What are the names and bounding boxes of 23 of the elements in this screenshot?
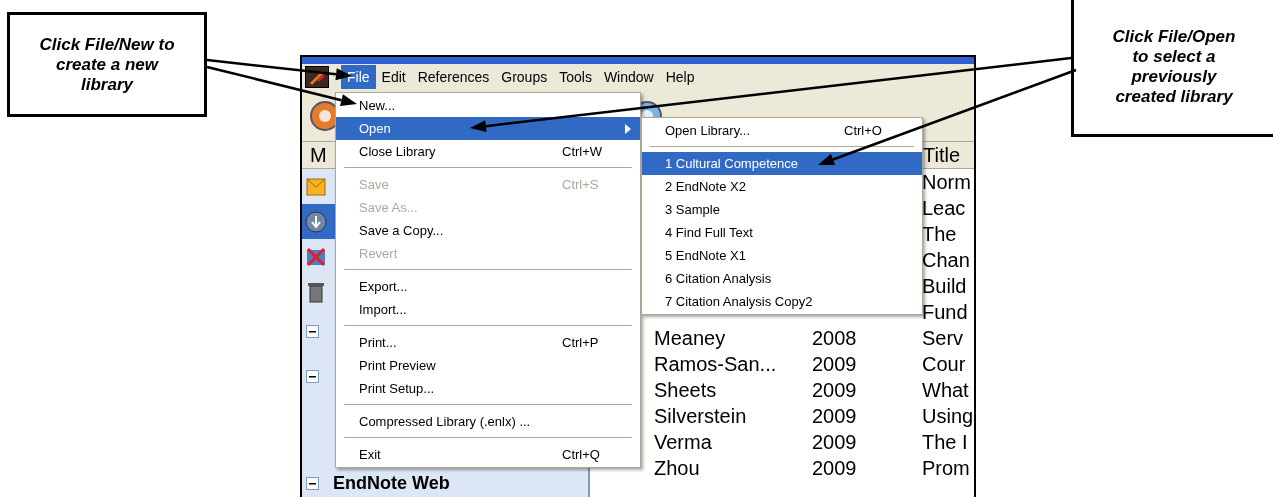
title-cell-text: Serv	[922, 326, 964, 351]
callout-text: Click File/New to create a new library	[38, 34, 176, 95]
year-cell-text: 2009	[812, 456, 858, 481]
title-cell-text: Prom	[922, 456, 970, 481]
title-cell-text: Chan	[922, 248, 970, 273]
year-cell-text: 2008	[812, 326, 858, 351]
title-cell-text: The	[922, 222, 957, 247]
year-cell-text: 2009	[812, 404, 858, 429]
year-cell-text: 2009	[812, 430, 858, 455]
title-cell-text: The I	[922, 430, 968, 455]
title-cell-text: Cour	[922, 352, 966, 377]
author-cell-text: Silverstein	[653, 404, 748, 429]
title-cell-text: Norm	[922, 170, 971, 195]
author-cell-text: Ramos-San...	[653, 352, 778, 377]
title-cell-text: Using	[922, 404, 974, 429]
title-cell-text: Leac	[922, 196, 966, 221]
title-cell-text: Fund	[922, 300, 968, 325]
year-cell-text: 2009	[812, 378, 858, 403]
author-cell-text: Sheets	[653, 378, 718, 403]
year-cell-text: 2009	[812, 352, 858, 377]
callout-text: Click File/Open to select a previously created library	[1111, 27, 1237, 107]
title-cell-text: Build	[922, 274, 967, 299]
title-cell-text: What	[922, 378, 969, 403]
